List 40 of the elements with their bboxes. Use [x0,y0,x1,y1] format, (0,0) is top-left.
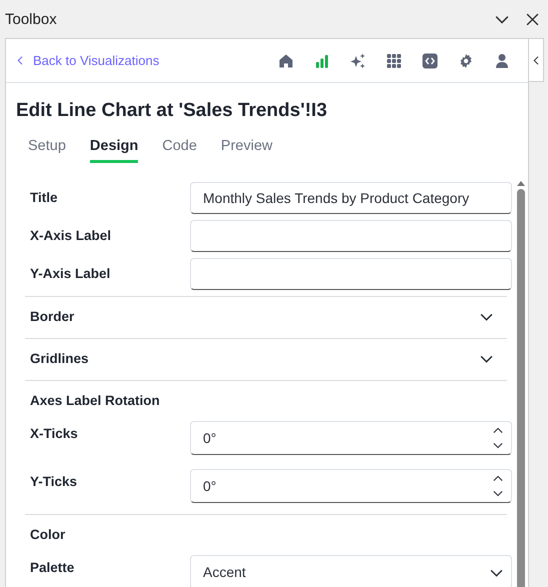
tab[interactable]: Preview [220,138,272,163]
field-label: X-Axis Label [29,227,112,243]
spin-up-icon [493,474,503,484]
sparkle-icon [350,52,366,68]
text-input[interactable]: Monthly Sales Trends by Product Category [190,182,512,214]
field-label: Palette [29,559,76,575]
grid-icon [386,52,402,68]
spin-down-icon [493,440,503,450]
field-label: Y-Ticks [29,473,78,489]
section-header[interactable]: Gridlines [25,338,507,380]
tab[interactable]: Code [162,138,197,163]
field-label: Title [29,189,59,205]
chevron-icon [16,56,25,65]
user-icon [494,52,510,68]
settings-icon [458,52,474,68]
tab[interactable]: Design [90,138,138,163]
chevron-icon [532,56,540,64]
home-icon [278,52,294,68]
number-input[interactable]: 0° [190,421,512,455]
field-label: X-Ticks [29,425,79,441]
bar-chart-icon [314,52,330,68]
spin-up-icon [493,426,503,436]
number-input[interactable]: 0° [190,469,512,503]
spin-down-icon [493,488,503,498]
text-input[interactable] [190,220,512,252]
field-label: Y-Axis Label [29,265,112,281]
back-link[interactable]: Back to Visualizations [16,53,268,68]
page-heading: Edit Line Chart at 'Sales Trends'!I3 [16,100,328,122]
dropdown[interactable]: Accent [190,555,512,587]
scrollbar[interactable] [516,179,526,587]
group-heading: Axes Label Rotation [30,393,160,408]
section-header[interactable]: Border [25,296,507,338]
group-heading: Color [30,527,66,542]
text-input[interactable] [190,258,512,290]
tab[interactable]: Setup [28,138,66,163]
code-icon [422,52,438,68]
close-icon [526,12,538,26]
window-title: Toolbox [5,10,58,28]
scroll-up-icon[interactable] [516,179,526,187]
close-button[interactable] [524,11,540,27]
